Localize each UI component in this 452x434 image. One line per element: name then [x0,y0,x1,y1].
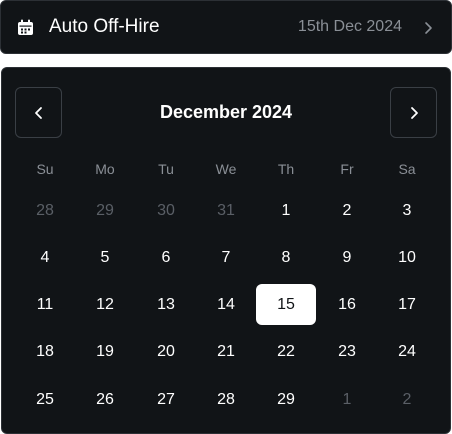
chevron-right-icon [425,22,432,34]
day-cell[interactable]: 20 [136,331,196,372]
weekday-header-sa: Sa [398,161,416,177]
day-cell[interactable]: 26 [75,379,135,420]
calendar-panel: December 2024 Su Mo Tu We Th Fr Sa 28 29 30 31 1 2 3 4… [1,67,451,434]
day-cell[interactable]: 5 [75,237,135,278]
selected-date-value: 15th Dec 2024 [297,18,402,35]
day-cell[interactable]: 29 [256,379,316,420]
chevron-right-icon [410,106,418,119]
day-cell[interactable]: 10 [377,237,437,278]
day-cell[interactable]: 17 [377,284,437,325]
day-cell[interactable]: 8 [256,237,316,278]
outside-month-day-cell[interactable]: 31 [196,190,256,231]
outside-month-day-cell[interactable]: 2 [377,379,437,420]
weekday-header-fr: Fr [340,161,354,177]
weekday-header-th: Th [277,161,295,177]
day-cell[interactable]: 14 [196,284,256,325]
day-cell[interactable]: 21 [196,331,256,372]
month-title: December 2024 [159,102,293,122]
weekday-header-tu: Tu [158,161,174,177]
day-cell[interactable]: 7 [196,237,256,278]
selected-day-cell[interactable]: 15 [256,284,316,325]
calendar-icon [18,19,33,35]
weekday-header-we: We [215,161,237,177]
next-month-button[interactable] [390,87,437,138]
day-cell[interactable]: 3 [377,190,437,231]
weekday-header-su: Su [36,161,54,177]
day-cell[interactable]: 12 [75,284,135,325]
day-cell[interactable]: 2 [317,190,377,231]
field-title: Auto Off-Hire [49,16,160,37]
day-cell[interactable]: 4 [15,237,75,278]
day-cell[interactable]: 1 [256,190,316,231]
day-cell[interactable]: 11 [15,284,75,325]
day-cell[interactable]: 9 [317,237,377,278]
day-cell[interactable]: 19 [75,331,135,372]
day-cell[interactable]: 18 [15,331,75,372]
outside-month-day-cell[interactable]: 28 [15,190,75,231]
day-cell[interactable]: 6 [136,237,196,278]
auto-off-hire-date-field[interactable]: Auto Off-Hire 15th Dec 2024 [0,0,452,54]
outside-month-day-cell[interactable]: 29 [75,190,135,231]
day-cell[interactable]: 25 [15,379,75,420]
day-cell[interactable]: 16 [317,284,377,325]
day-cell[interactable]: 13 [136,284,196,325]
day-cell[interactable]: 24 [377,331,437,372]
day-cell[interactable]: 28 [196,379,256,420]
day-cell[interactable]: 23 [317,331,377,372]
weekday-header-mo: Mo [95,161,115,177]
outside-month-day-cell[interactable]: 30 [136,190,196,231]
day-cell[interactable]: 27 [136,379,196,420]
outside-month-day-cell[interactable]: 1 [317,379,377,420]
day-cell[interactable]: 22 [256,331,316,372]
